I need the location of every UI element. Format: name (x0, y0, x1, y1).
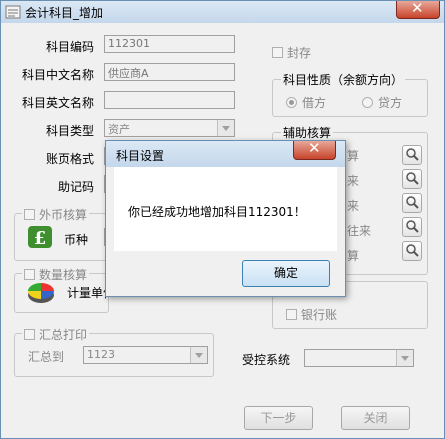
chevron-down-icon[interactable] (190, 347, 207, 363)
debit-radio[interactable]: 借方 (286, 94, 326, 111)
cn-name-field[interactable]: 供应商A (104, 63, 235, 81)
aux-item-1: 算 (347, 149, 360, 163)
mnemonic-label: 助记码 (58, 180, 95, 194)
checkbox-icon (24, 329, 35, 340)
checkbox-icon (286, 309, 297, 320)
nature-title: 科目性质（余额方向） (281, 71, 406, 88)
confirm-dialog: 科目设置 ✕ 你已经成功地增加科目112301！ 确定 (105, 139, 346, 297)
bank-checkbox[interactable]: 银行账 (286, 306, 337, 323)
chevron-down-icon[interactable] (396, 350, 413, 366)
code-field[interactable]: 112301 (104, 35, 235, 53)
aux-item-5: 算 (347, 249, 360, 263)
credit-radio[interactable]: 贷方 (362, 94, 402, 111)
unit-label: 计量单位 (67, 286, 106, 300)
pie-chart-icon (28, 283, 54, 303)
close-icon: ✕ (308, 139, 321, 157)
search-icon (406, 172, 419, 185)
summary-to-value: 1123 (87, 348, 115, 361)
dialog-close-button[interactable]: ✕ (293, 139, 336, 160)
foreign-checkbox[interactable]: 外币核算 (22, 206, 90, 223)
search-icon (406, 148, 419, 161)
window-title: 会计科目_增加 (25, 6, 104, 20)
search-icon (406, 220, 419, 233)
summary-to-label: 汇总到 (28, 350, 65, 364)
radio-selected-icon (286, 97, 297, 108)
dialog-body: 你已经成功地增加科目112301！ (114, 167, 337, 251)
checkbox-icon (272, 47, 283, 58)
summary-to-select[interactable]: 1123 (83, 346, 208, 364)
window-close-button[interactable]: ✕ (396, 0, 440, 19)
type-label: 科目类型 (46, 124, 95, 138)
foreign-title: 外币核算 (39, 208, 88, 222)
type-value: 资产 (108, 123, 130, 136)
close-button[interactable]: 关闭 (341, 406, 410, 430)
aux-search-button-3[interactable] (402, 193, 422, 213)
aux-search-button-2[interactable] (402, 169, 422, 189)
checkbox-icon (24, 209, 35, 220)
controlled-label: 受控系统 (242, 353, 291, 367)
controlled-select[interactable] (304, 349, 414, 367)
app-icon (5, 5, 21, 19)
aux-search-button-1[interactable] (402, 145, 422, 165)
cn-name-label: 科目中文名称 (22, 68, 95, 82)
aux-search-button-5[interactable] (402, 241, 422, 261)
seal-label: 封存 (287, 46, 312, 60)
page-format-label: 账页格式 (46, 152, 95, 166)
en-name-field[interactable] (104, 91, 235, 109)
credit-label: 贷方 (378, 96, 403, 110)
aux-item-3: 来 (347, 199, 360, 213)
aux-item-4: 往来 (347, 224, 372, 238)
debit-label: 借方 (302, 96, 327, 110)
dialog-title: 科目设置 (116, 149, 165, 163)
code-label: 科目编码 (46, 40, 95, 54)
chevron-down-icon[interactable] (217, 120, 234, 136)
bank-label: 银行账 (301, 308, 338, 322)
dialog-message: 你已经成功地增加科目112301！ (128, 205, 306, 219)
aux-search-button-4[interactable] (402, 217, 422, 237)
search-icon (406, 196, 419, 209)
window-titlebar[interactable]: 会计科目_增加 (1, 1, 444, 23)
summary-checkbox[interactable]: 汇总打印 (22, 326, 90, 343)
radio-icon (362, 97, 373, 108)
svg-text:£: £ (34, 228, 47, 249)
seal-checkbox[interactable]: 封存 (272, 44, 311, 61)
next-button[interactable]: 下一步 (244, 406, 313, 430)
ok-button[interactable]: 确定 (242, 260, 330, 287)
aux-title: 辅助核算 (281, 124, 334, 141)
summary-title: 汇总打印 (39, 328, 88, 342)
aux-item-2: 来 (347, 174, 360, 188)
close-icon: ✕ (411, 0, 424, 17)
currency-icon: £ (28, 226, 52, 249)
en-name-label: 科目英文名称 (22, 96, 95, 110)
search-icon (406, 244, 419, 257)
currency-label: 币种 (64, 233, 89, 247)
type-select[interactable]: 资产 (104, 119, 235, 137)
